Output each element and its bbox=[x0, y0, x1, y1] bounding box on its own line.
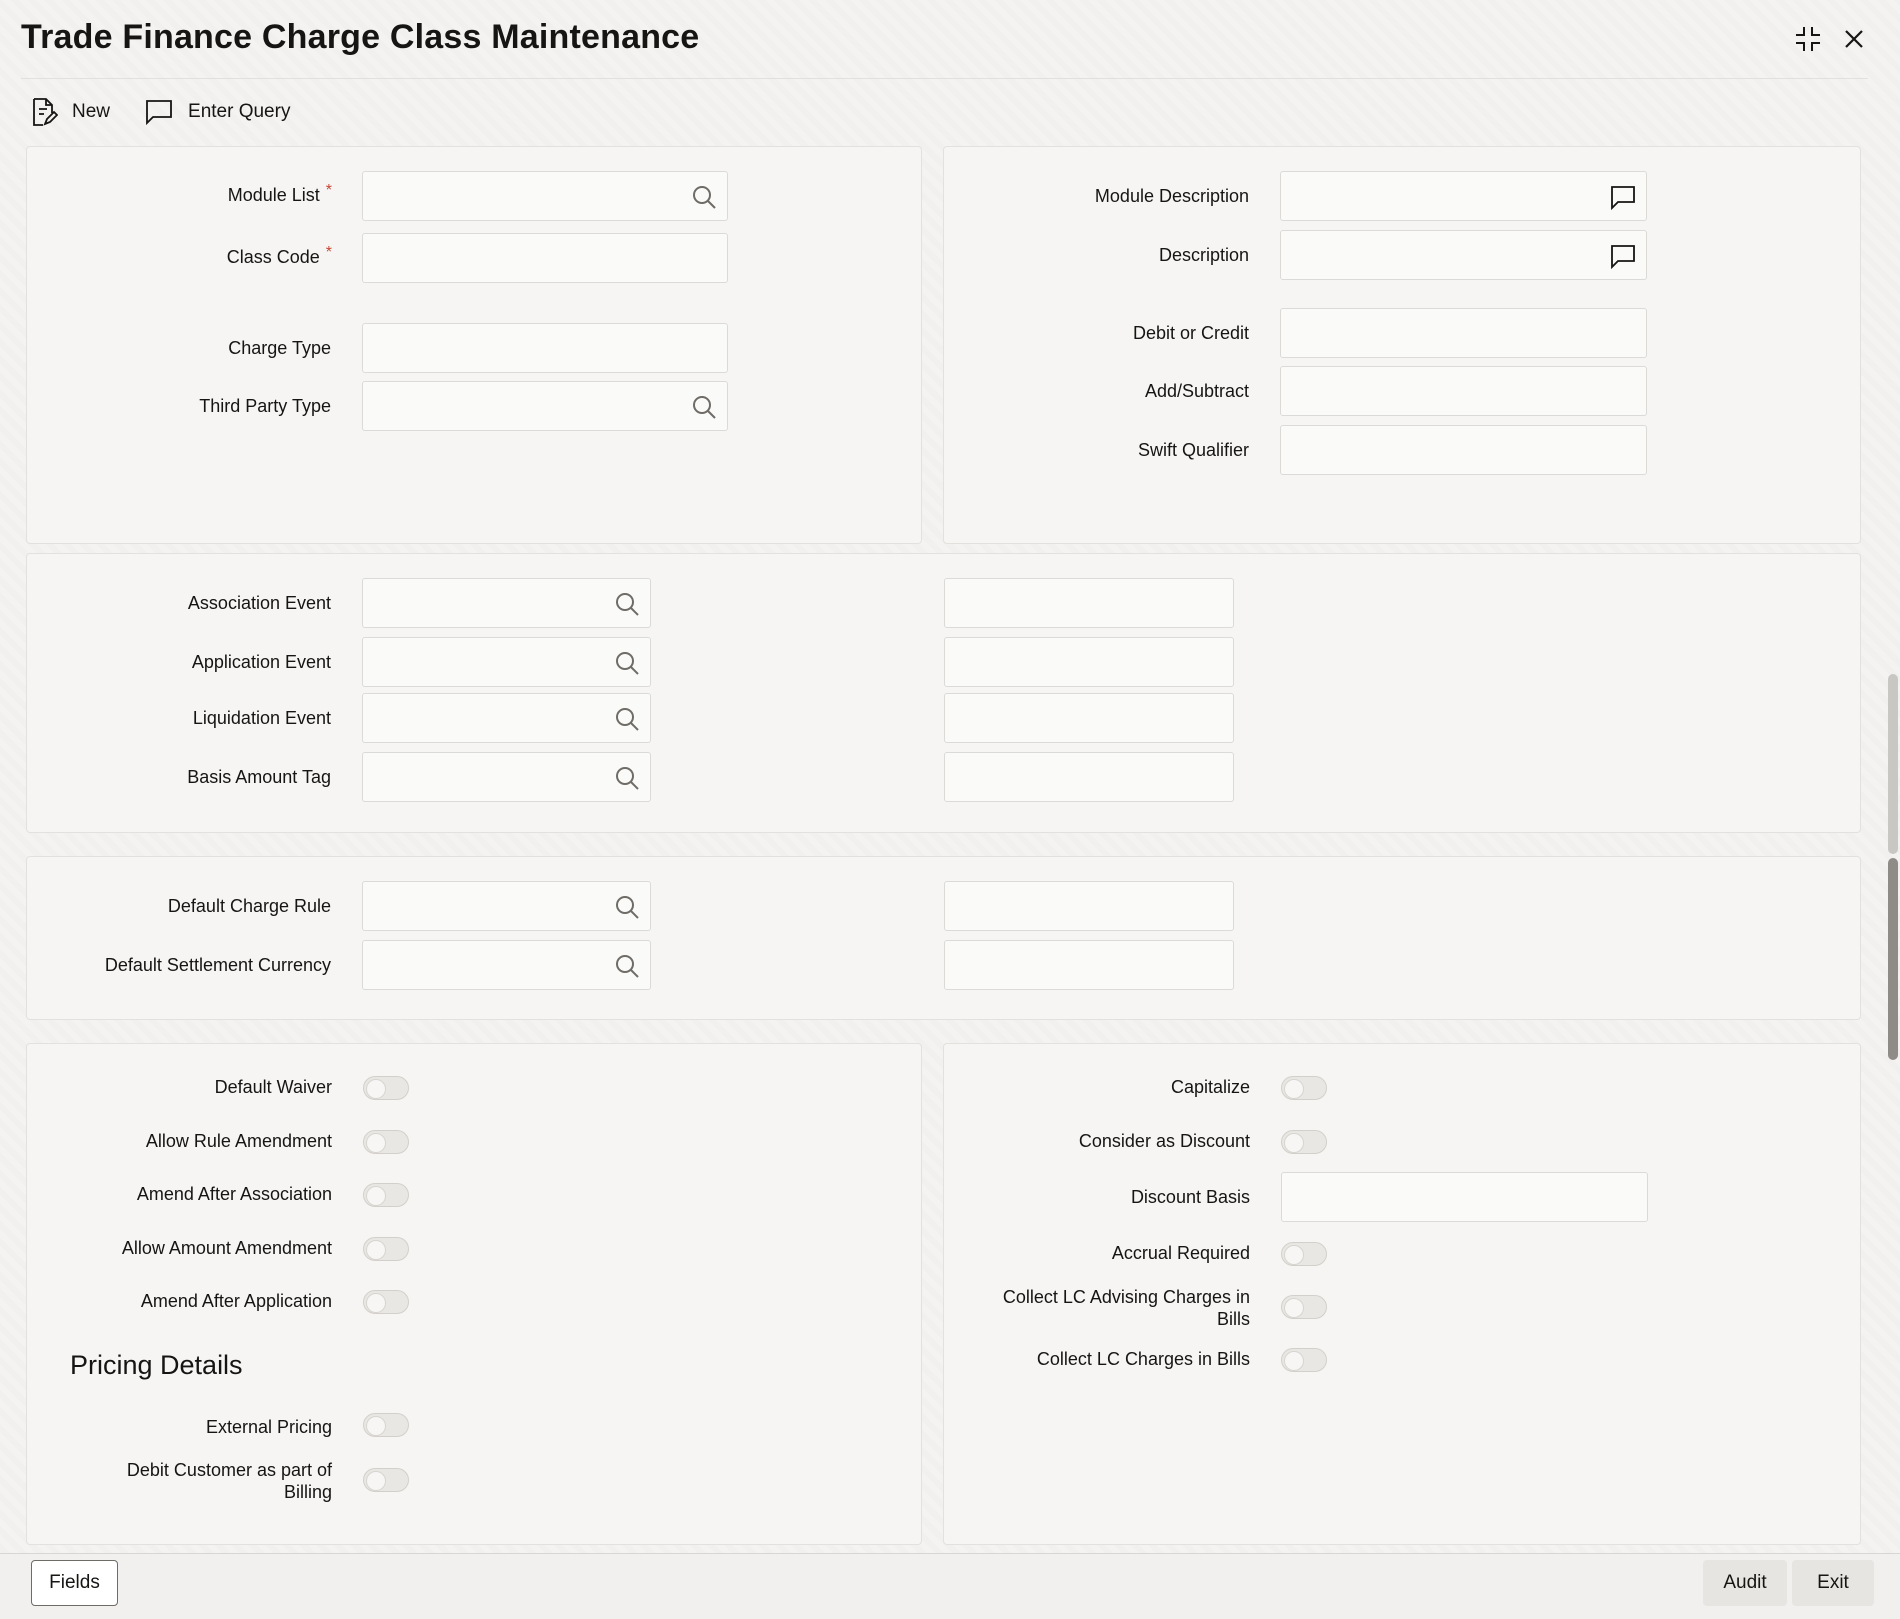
amend-after-application-label: Amend After Application bbox=[140, 1291, 332, 1311]
description-input[interactable] bbox=[1280, 230, 1647, 280]
amend-after-association-toggle[interactable] bbox=[363, 1183, 409, 1207]
class-code-label: Class Code * bbox=[226, 244, 332, 267]
required-marker: * bbox=[325, 244, 332, 261]
liquidation-event-label: Liquidation Event bbox=[192, 708, 331, 728]
class-code-input[interactable] bbox=[362, 233, 728, 283]
search-icon[interactable] bbox=[691, 184, 717, 210]
consider-as-discount-toggle[interactable] bbox=[1281, 1130, 1327, 1154]
external-pricing-label: External Pricing bbox=[205, 1417, 332, 1437]
search-icon[interactable] bbox=[614, 894, 640, 920]
scrollbar-thumb-upper[interactable] bbox=[1888, 674, 1898, 854]
audit-button[interactable]: Audit bbox=[1703, 1560, 1787, 1606]
page-title: Trade Finance Charge Class Maintenance bbox=[21, 18, 700, 56]
discount-basis-input[interactable] bbox=[1281, 1172, 1648, 1222]
application-event-description[interactable] bbox=[944, 637, 1234, 687]
amend-after-application-toggle[interactable] bbox=[363, 1290, 409, 1314]
collect-lc-advising-charges-toggle[interactable] bbox=[1281, 1295, 1327, 1319]
capitalize-label: Capitalize bbox=[1170, 1077, 1250, 1097]
module-description-input[interactable] bbox=[1280, 171, 1647, 221]
new-button-label: New bbox=[72, 101, 111, 122]
allow-amount-amendment-toggle[interactable] bbox=[363, 1237, 409, 1261]
application-event-label: Application Event bbox=[191, 652, 331, 672]
close-icon[interactable] bbox=[1837, 22, 1871, 56]
required-marker: * bbox=[325, 182, 332, 199]
third-party-type-input[interactable] bbox=[362, 381, 728, 431]
association-event-description[interactable] bbox=[944, 578, 1234, 628]
default-settlement-currency-description[interactable] bbox=[944, 940, 1234, 990]
discount-basis-label: Discount Basis bbox=[1130, 1187, 1250, 1207]
add-subtract-label: Add/Subtract bbox=[1144, 381, 1249, 401]
defaults-panel bbox=[26, 856, 1861, 1020]
charge-class-maintenance-window: Trade Finance Charge Class Maintenance N… bbox=[0, 0, 1900, 1619]
basis-amount-tag-label: Basis Amount Tag bbox=[187, 767, 331, 787]
collect-lc-advising-charges-label: Collect LC Advising Charges in Bills bbox=[1002, 1287, 1250, 1329]
charge-type-label: Charge Type bbox=[228, 338, 331, 358]
external-pricing-toggle[interactable] bbox=[363, 1413, 409, 1437]
edit-text-icon[interactable] bbox=[1610, 184, 1636, 210]
liquidation-event-input[interactable] bbox=[362, 693, 651, 743]
search-icon[interactable] bbox=[614, 765, 640, 791]
consider-as-discount-label: Consider as Discount bbox=[1078, 1131, 1250, 1151]
allow-rule-amendment-label: Allow Rule Amendment bbox=[145, 1131, 332, 1151]
module-description-label: Module Description bbox=[1094, 186, 1249, 206]
accrual-required-toggle[interactable] bbox=[1281, 1242, 1327, 1266]
third-party-type-label: Third Party Type bbox=[199, 396, 331, 416]
accrual-required-label: Accrual Required bbox=[1111, 1243, 1250, 1263]
amend-after-association-label: Amend After Association bbox=[136, 1184, 332, 1204]
search-icon[interactable] bbox=[614, 591, 640, 617]
search-icon[interactable] bbox=[614, 953, 640, 979]
allow-rule-amendment-toggle[interactable] bbox=[363, 1130, 409, 1154]
default-waiver-label: Default Waiver bbox=[214, 1077, 332, 1097]
footer-bar bbox=[0, 1554, 1900, 1619]
debit-or-credit-input[interactable] bbox=[1280, 308, 1647, 358]
default-charge-rule-label: Default Charge Rule bbox=[167, 896, 331, 916]
enter-query-button[interactable]: Enter Query bbox=[144, 98, 290, 126]
description-label: Description bbox=[1158, 245, 1249, 265]
application-event-input[interactable] bbox=[362, 637, 651, 687]
basis-amount-tag-description[interactable] bbox=[944, 752, 1234, 802]
module-list-input[interactable] bbox=[362, 171, 728, 221]
pricing-details-heading: Pricing Details bbox=[70, 1350, 243, 1380]
allow-amount-amendment-label: Allow Amount Amendment bbox=[121, 1238, 332, 1258]
module-list-label: Module List * bbox=[227, 182, 332, 205]
minimize-icon[interactable] bbox=[1791, 22, 1825, 56]
scrollbar-thumb[interactable] bbox=[1888, 858, 1898, 1060]
collect-lc-charges-label: Collect LC Charges in Bills bbox=[1036, 1349, 1250, 1369]
basis-amount-tag-input[interactable] bbox=[362, 752, 651, 802]
debit-customer-billing-label: Debit Customer as part of Billing bbox=[126, 1460, 332, 1502]
default-charge-rule-description[interactable] bbox=[944, 881, 1234, 931]
add-subtract-input[interactable] bbox=[1280, 366, 1647, 416]
search-icon[interactable] bbox=[614, 650, 640, 676]
edit-text-icon[interactable] bbox=[1610, 243, 1636, 269]
new-document-icon bbox=[33, 98, 58, 126]
debit-or-credit-label: Debit or Credit bbox=[1132, 323, 1249, 343]
toolbar: New Enter Query bbox=[30, 92, 290, 132]
association-event-input[interactable] bbox=[362, 578, 651, 628]
collect-lc-charges-toggle[interactable] bbox=[1281, 1348, 1327, 1372]
capitalize-toggle[interactable] bbox=[1281, 1076, 1327, 1100]
default-settlement-currency-input[interactable] bbox=[362, 940, 651, 990]
default-charge-rule-input[interactable] bbox=[362, 881, 651, 931]
enter-query-label: Enter Query bbox=[188, 101, 291, 122]
association-event-label: Association Event bbox=[187, 593, 331, 613]
search-icon[interactable] bbox=[614, 706, 640, 732]
debit-customer-billing-toggle[interactable] bbox=[363, 1468, 409, 1492]
search-icon[interactable] bbox=[691, 394, 717, 420]
exit-button[interactable]: Exit bbox=[1792, 1560, 1874, 1606]
liquidation-event-description[interactable] bbox=[944, 693, 1234, 743]
default-settlement-currency-label: Default Settlement Currency bbox=[104, 955, 331, 975]
default-waiver-toggle[interactable] bbox=[363, 1076, 409, 1100]
title-divider bbox=[21, 78, 1868, 79]
swift-qualifier-label: Swift Qualifier bbox=[1137, 440, 1249, 460]
new-button[interactable]: New bbox=[30, 97, 110, 127]
query-chat-icon bbox=[146, 100, 172, 126]
swift-qualifier-input[interactable] bbox=[1280, 425, 1647, 475]
fields-button[interactable]: Fields bbox=[31, 1560, 118, 1606]
charge-type-input[interactable] bbox=[362, 323, 728, 373]
